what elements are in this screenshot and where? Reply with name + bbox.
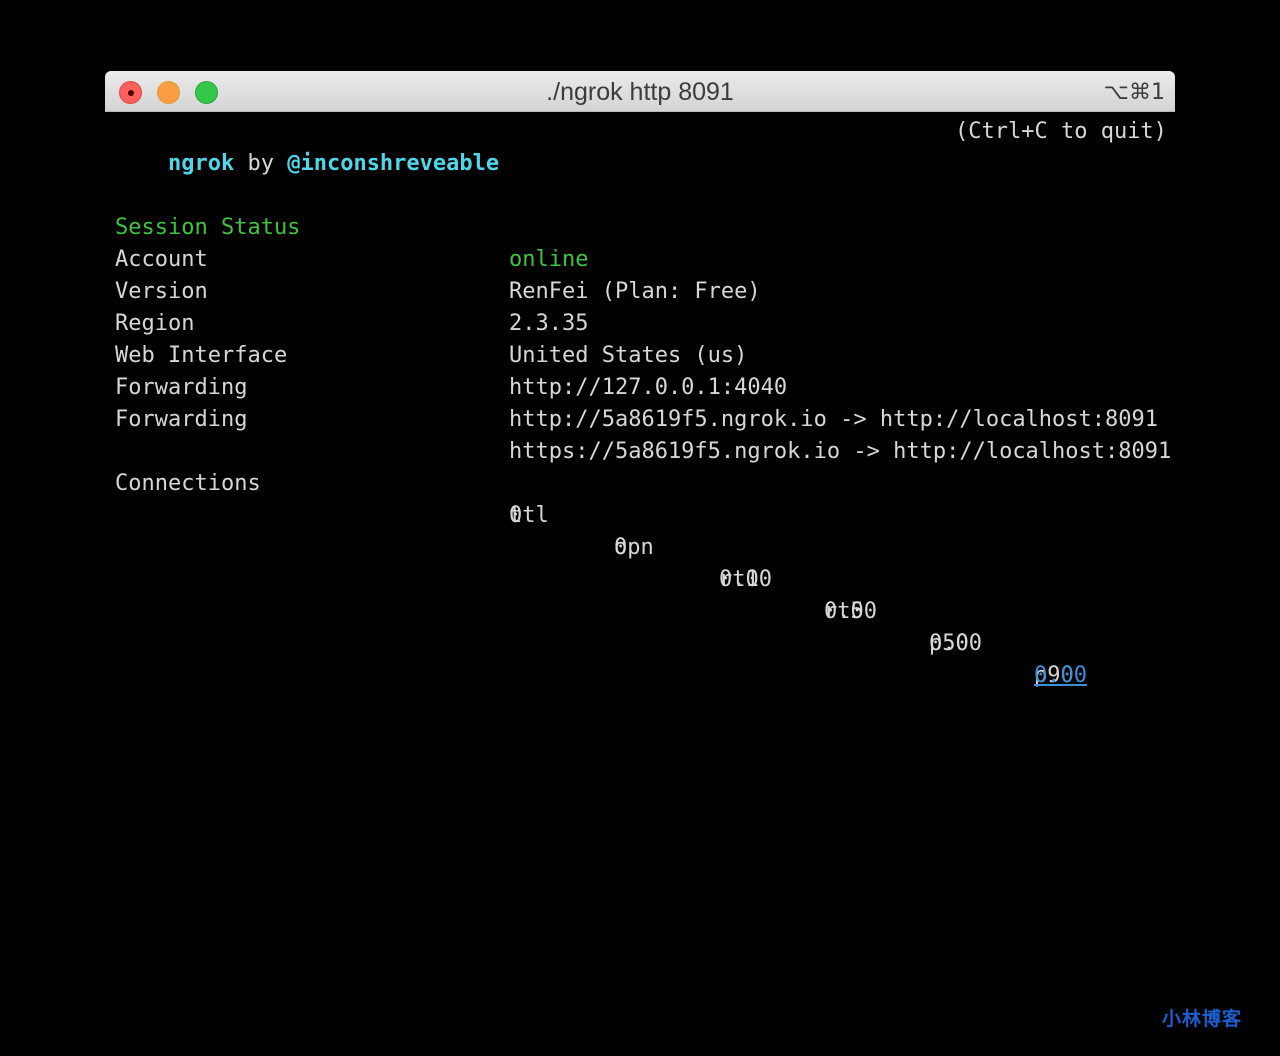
window-shortcut: ⌥⌘1 bbox=[1103, 80, 1165, 105]
status-row-forwarding-https: Forwarding https://5a8619f5.ngrok.io -> … bbox=[115, 372, 1171, 464]
terminal-content: ngrok by @inconshreveable (Ctrl+C to qui… bbox=[115, 116, 1171, 688]
author-handle: @inconshreveable bbox=[287, 151, 500, 176]
status-row-forwarding-http: Forwarding http://5a8619f5.ngrok.io -> h… bbox=[115, 340, 1167, 432]
app-name: ngrok bbox=[167, 151, 235, 176]
conn-value-rt1: 0.00 bbox=[719, 567, 772, 592]
connections-values-row: 0 0 0.00 0.00 0.00 0.00 bbox=[115, 468, 1167, 688]
conn-value-p90[interactable]: 0.00 bbox=[1034, 660, 1087, 692]
conn-value-ttl: 0 bbox=[509, 503, 523, 528]
header-line: ngrok by @inconshreveable bbox=[115, 116, 499, 176]
by-text: by bbox=[247, 151, 274, 176]
conn-value-p50: 0.00 bbox=[929, 631, 982, 656]
status-label: Forwarding bbox=[115, 407, 248, 432]
conn-value-rt5: 0.00 bbox=[824, 599, 877, 624]
status-value: http://5a8619f5.ngrok.io -> http://local… bbox=[509, 407, 1159, 432]
status-row-account: Account RenFei (Plan: Free) bbox=[115, 212, 1167, 304]
watermark-logo: 小林博客 bbox=[1162, 1008, 1243, 1030]
connections-header-row: Connections ttl opn rt1 rt5 p50 p90 bbox=[115, 436, 1167, 688]
window-title: ./ngrok http 8091 bbox=[546, 78, 734, 106]
status-row-web-interface: Web Interface http://127.0.0.1:4040 bbox=[115, 308, 1167, 400]
status-row-region: Region United States (us) bbox=[115, 276, 1167, 368]
quit-hint: (Ctrl+C to quit) bbox=[955, 119, 1167, 144]
status-row-session: Session Status online bbox=[115, 180, 1167, 272]
status-row-version: Version 2.3.35 bbox=[115, 244, 1167, 336]
conn-value-opn: 0 bbox=[614, 535, 628, 560]
title-bar[interactable]: ./ngrok http 8091 ⌥⌘1 bbox=[105, 71, 1175, 112]
